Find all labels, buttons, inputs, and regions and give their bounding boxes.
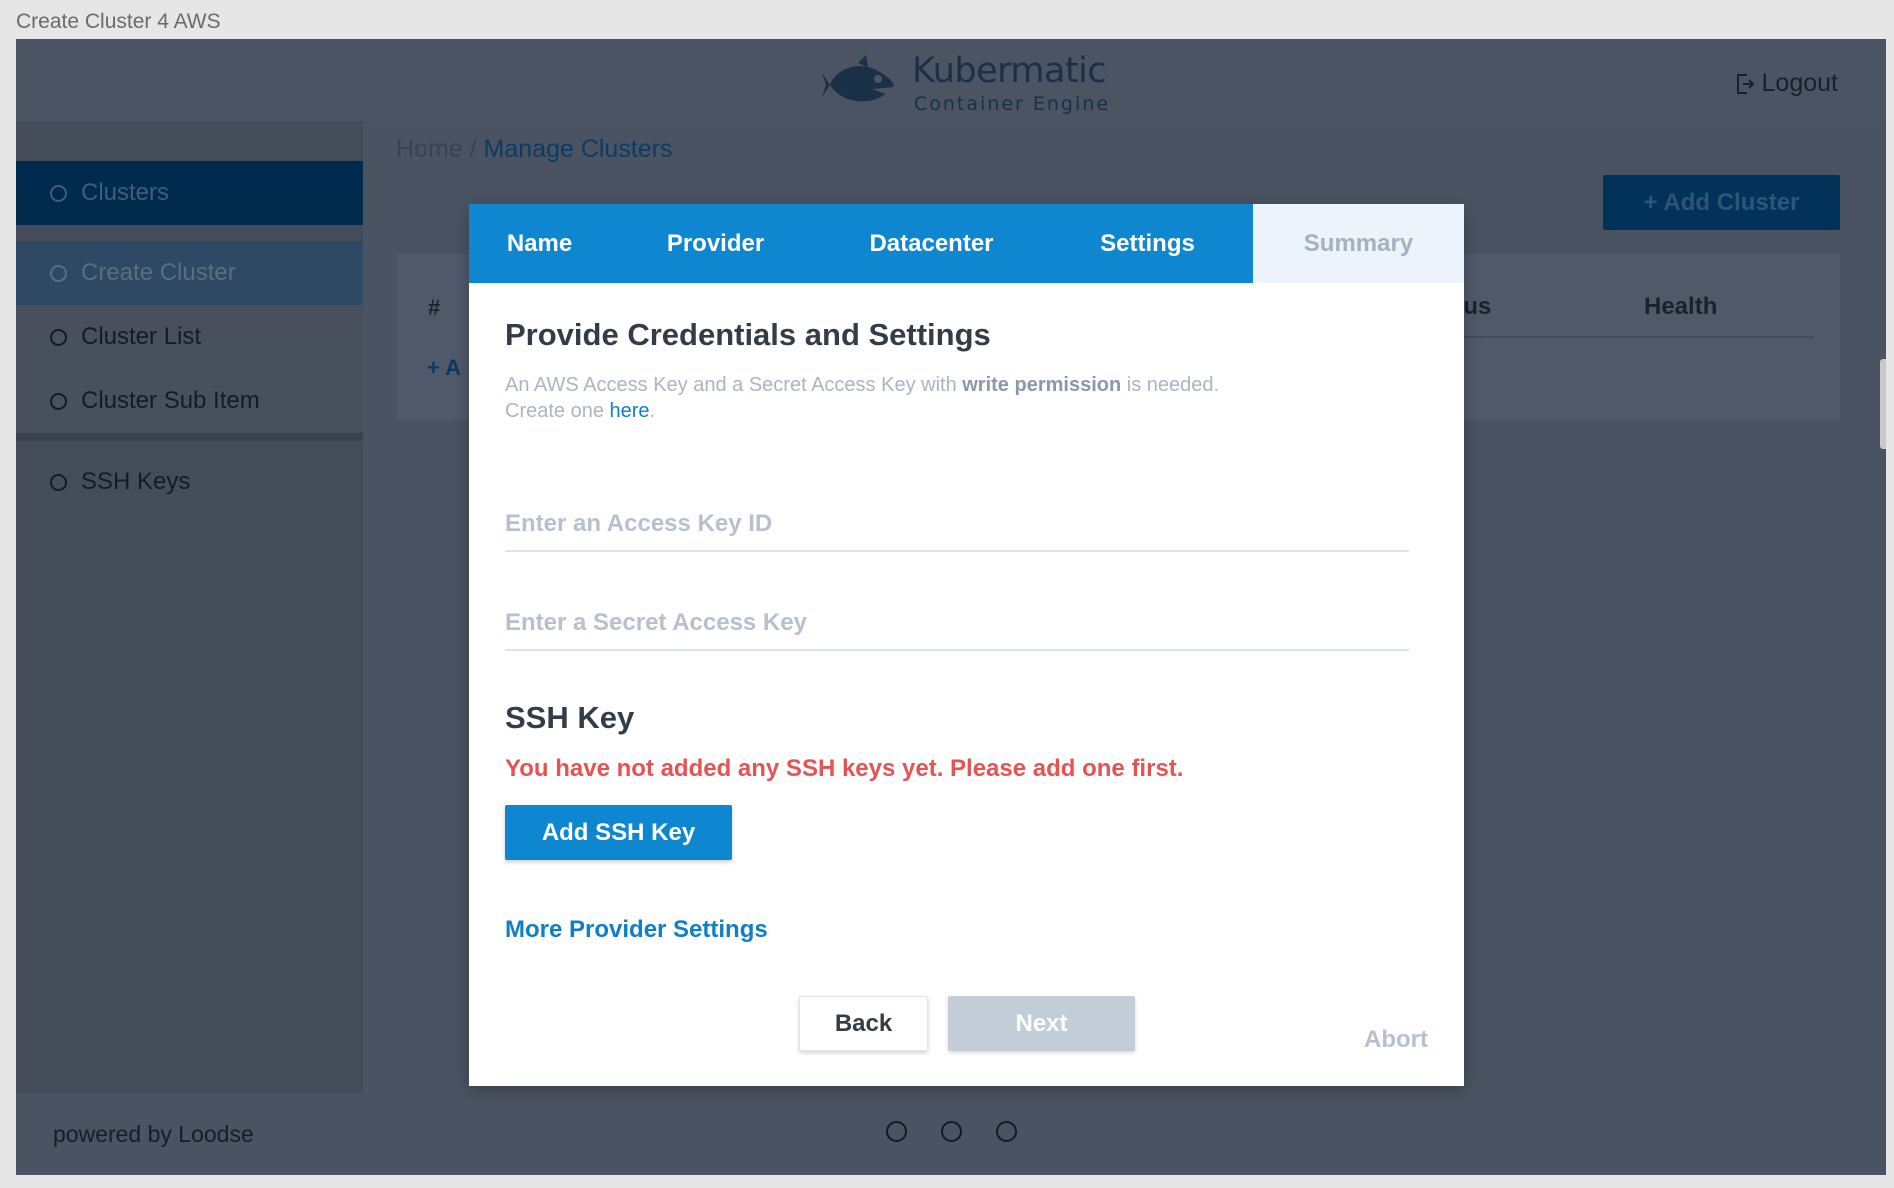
back-button[interactable]: Back — [799, 996, 928, 1051]
logo-subtitle: Container Engine — [914, 93, 1111, 115]
sidebar-item-create-cluster[interactable]: Create Cluster — [16, 241, 363, 305]
ssh-warning-text: You have not added any SSH keys yet. Ple… — [505, 755, 1184, 782]
more-provider-settings-link[interactable]: More Provider Settings — [505, 916, 768, 944]
sidebar-item-label: Cluster Sub Item — [81, 387, 260, 414]
add-cluster-button[interactable]: + Add Cluster — [1603, 175, 1840, 230]
create-cluster-modal: Name Provider Datacenter Settings Summar… — [469, 204, 1464, 1086]
modal-description: An AWS Access Key and a Secret Access Ke… — [505, 372, 1219, 424]
circle-icon[interactable] — [886, 1121, 907, 1142]
tab-summary[interactable]: Summary — [1253, 204, 1464, 283]
breadcrumb-separator: / — [462, 135, 484, 163]
footer: powered by Loodse — [16, 1093, 1886, 1175]
fish-logo-icon — [822, 55, 894, 102]
table-add-row-link[interactable]: + A — [427, 355, 461, 381]
add-ssh-key-button[interactable]: Add SSH Key — [505, 805, 732, 860]
sidebar-item-label: SSH Keys — [81, 468, 191, 495]
ssh-key-heading: SSH Key — [505, 700, 635, 735]
abort-button[interactable]: Abort — [1364, 1026, 1428, 1054]
sidebar-item-ssh-keys[interactable]: SSH Keys — [16, 450, 363, 514]
sidebar-item-label: Cluster List — [81, 323, 202, 350]
circle-icon[interactable] — [941, 1121, 962, 1142]
app-window: Kubermatic Container Engine Logout Clust… — [16, 39, 1886, 1175]
logo-title: Kubermatic — [912, 51, 1107, 91]
circle-icon — [50, 184, 67, 202]
circle-icon — [50, 392, 67, 410]
access-key-input[interactable] — [505, 502, 1409, 546]
circle-icon — [50, 264, 67, 282]
breadcrumb: Home / Manage Clusters — [396, 135, 673, 164]
pagination-dots — [886, 1121, 1017, 1142]
desc-text: . — [649, 400, 656, 422]
wizard-tabs: Name Provider Datacenter Settings Summar… — [469, 204, 1464, 283]
sidebar-item-cluster-sub-item[interactable]: Cluster Sub Item — [16, 369, 363, 433]
breadcrumb-home[interactable]: Home — [396, 135, 463, 163]
table-header-health: Health — [1644, 293, 1718, 320]
circle-icon[interactable] — [996, 1121, 1017, 1142]
sidebar-item-label: Create Cluster — [81, 259, 236, 286]
breadcrumb-current: Manage Clusters — [483, 135, 673, 163]
create-key-link[interactable]: here — [610, 400, 650, 422]
logout-label: Logout — [1761, 69, 1838, 97]
tab-provider[interactable]: Provider — [610, 204, 821, 283]
window-title: Create Cluster 4 AWS — [16, 10, 221, 33]
access-key-field — [505, 502, 1409, 552]
logout-button[interactable]: Logout — [1736, 69, 1838, 98]
desc-bold: write permission — [962, 374, 1122, 396]
desc-text: Create one — [505, 400, 610, 422]
sidebar-item-cluster-list[interactable]: Cluster List — [16, 305, 363, 369]
tab-datacenter[interactable]: Datacenter — [821, 204, 1042, 283]
secret-key-field — [505, 601, 1409, 651]
tab-name[interactable]: Name — [469, 204, 610, 283]
table-header-divider — [1434, 336, 1814, 338]
desc-text: is needed. — [1121, 374, 1220, 396]
circle-icon — [50, 328, 67, 346]
sidebar-item-label: Clusters — [81, 179, 170, 206]
modal-title: Provide Credentials and Settings — [505, 317, 991, 352]
app-header: Kubermatic Container Engine Logout — [16, 39, 1886, 121]
edge-handle — [1880, 359, 1886, 449]
next-button[interactable]: Next — [948, 996, 1135, 1051]
sidebar: Clusters Create Cluster Cluster List Clu… — [16, 121, 363, 1093]
table-header-hash: # — [428, 295, 441, 320]
circle-icon — [50, 473, 67, 491]
tab-settings[interactable]: Settings — [1042, 204, 1253, 283]
logout-icon — [1736, 73, 1754, 94]
powered-by-text: powered by Loodse — [53, 1121, 254, 1147]
desc-text: An AWS Access Key and a Secret Access Ke… — [505, 374, 963, 396]
kubermatic-logo: Kubermatic Container Engine — [822, 51, 1122, 115]
secret-key-input[interactable] — [505, 601, 1409, 645]
sidebar-item-clusters[interactable]: Clusters — [16, 161, 363, 225]
